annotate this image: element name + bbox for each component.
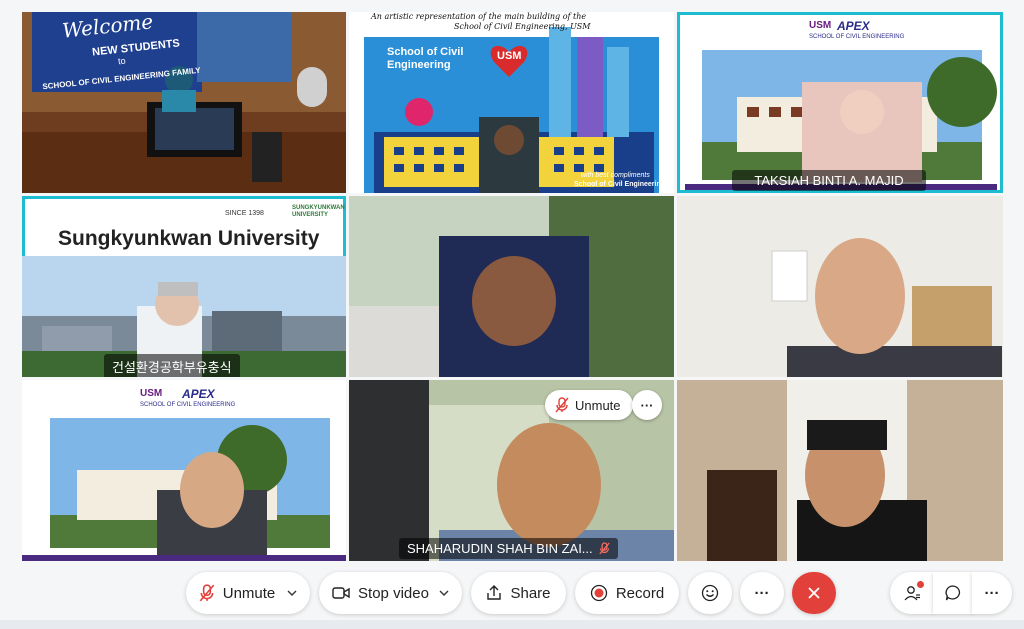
remote-unmute-label: Unmute <box>575 397 621 413</box>
participant-6-scene <box>677 196 1003 377</box>
banner-to: to <box>117 55 127 67</box>
record-button[interactable]: Record <box>575 572 679 614</box>
apex-logo-sub: SCHOOL OF CIVIL ENGINEERING <box>809 34 905 40</box>
art-compliments-2: School of Civil Engineering <box>574 181 666 188</box>
usm-logo: USM <box>140 388 163 399</box>
remote-unmute-button[interactable]: Unmute <box>545 390 633 420</box>
more-options-button[interactable]: ··· <box>740 572 784 614</box>
notification-badge <box>917 581 924 588</box>
art-compliments-1: with best compliments <box>581 172 650 179</box>
video-tile-welcome[interactable]: Welcome NEW STUDENTS to SCHOOL OF CIVIL … <box>22 12 346 193</box>
record-icon <box>590 584 608 602</box>
since-label: SINCE 1398 <box>225 210 264 217</box>
skku-logo-text: SUNGKYUNKWAN UNIVERSITY <box>292 205 345 218</box>
mic-muted-icon <box>598 542 610 555</box>
skku-title: Sungkyunkwan University <box>58 227 320 250</box>
stop-video-button[interactable]: Stop video <box>319 572 462 614</box>
reactions-button[interactable] <box>688 572 732 614</box>
chevron-down-icon[interactable] <box>439 590 449 596</box>
tile-more-label: ··· <box>640 397 654 413</box>
video-tile-participant-9[interactable] <box>677 380 1003 561</box>
video-camera-icon <box>332 587 350 599</box>
video-tile-apex[interactable]: USM APEX SCHOOL OF CIVIL ENGINEERING <box>22 380 346 561</box>
participant-name: TAKSIAH BINTI A. MAJID <box>732 170 926 191</box>
usm-logo: USM <box>809 20 832 31</box>
side-more-label: ··· <box>984 584 1000 602</box>
side-more-button[interactable]: ··· <box>972 572 1012 614</box>
more-options-label: ··· <box>754 584 770 602</box>
record-label: Record <box>615 584 665 602</box>
unmute-label: Unmute <box>222 584 276 602</box>
participants-icon <box>903 581 924 602</box>
apex-logo-sub: SCHOOL OF CIVIL ENGINEERING <box>140 402 236 408</box>
participants-button[interactable] <box>890 572 934 614</box>
video-grid: Welcome NEW STUDENTS to SCHOOL OF CIVIL … <box>0 0 1024 570</box>
usm-art-scene <box>364 27 659 193</box>
share-label: Share <box>510 584 551 602</box>
chat-button[interactable] <box>933 572 973 614</box>
skku-campus-scene <box>22 256 346 377</box>
mic-muted-icon <box>555 397 569 413</box>
close-icon <box>807 586 821 600</box>
participant-name: 건설환경공학부유충식 <box>104 354 240 377</box>
mic-muted-icon <box>199 584 215 602</box>
video-tile-participant-5[interactable] <box>349 196 674 377</box>
smiley-icon <box>701 584 719 602</box>
usm-badge: USM <box>497 50 522 62</box>
unmute-button[interactable]: Unmute <box>186 572 310 614</box>
share-button[interactable]: Share <box>471 572 566 614</box>
participant-5-scene <box>349 196 674 377</box>
chat-bubble-icon <box>944 584 962 602</box>
art-caption-1: An artistic representation of the main b… <box>371 12 587 21</box>
art-caption-2: School of Civil Engineering, USM <box>454 22 591 31</box>
art-school-label: School of Civil Engineering <box>387 46 464 71</box>
video-tile-sungkyunkwan[interactable]: SINCE 1398 SUNGKYUNKWAN UNIVERSITY Sungk… <box>22 196 346 377</box>
apex-logo: APEX <box>837 19 870 33</box>
video-tile-shaharudin[interactable]: Unmute ··· SHAHARUDIN SHAH BIN ZAI... <box>349 380 674 561</box>
video-tile-participant-6[interactable] <box>677 196 1003 377</box>
participant-name: SHAHARUDIN SHAH BIN ZAI... <box>399 538 618 559</box>
stop-video-label: Stop video <box>358 584 429 602</box>
video-tile-taksiah[interactable]: USM APEX SCHOOL OF CIVIL ENGINEERING TAK… <box>677 12 1003 193</box>
tile-more-button[interactable]: ··· <box>632 390 662 420</box>
bottom-strip <box>0 620 1024 629</box>
participant-9-scene <box>677 380 1003 561</box>
video-tile-usm-art[interactable]: An artistic representation of the main b… <box>349 12 674 193</box>
chevron-down-icon[interactable] <box>287 590 297 596</box>
apex-logo: APEX <box>182 387 215 401</box>
share-icon <box>486 585 502 601</box>
participant-name-text: SHAHARUDIN SHAH BIN ZAI... <box>407 541 593 556</box>
end-call-button[interactable] <box>792 572 836 614</box>
